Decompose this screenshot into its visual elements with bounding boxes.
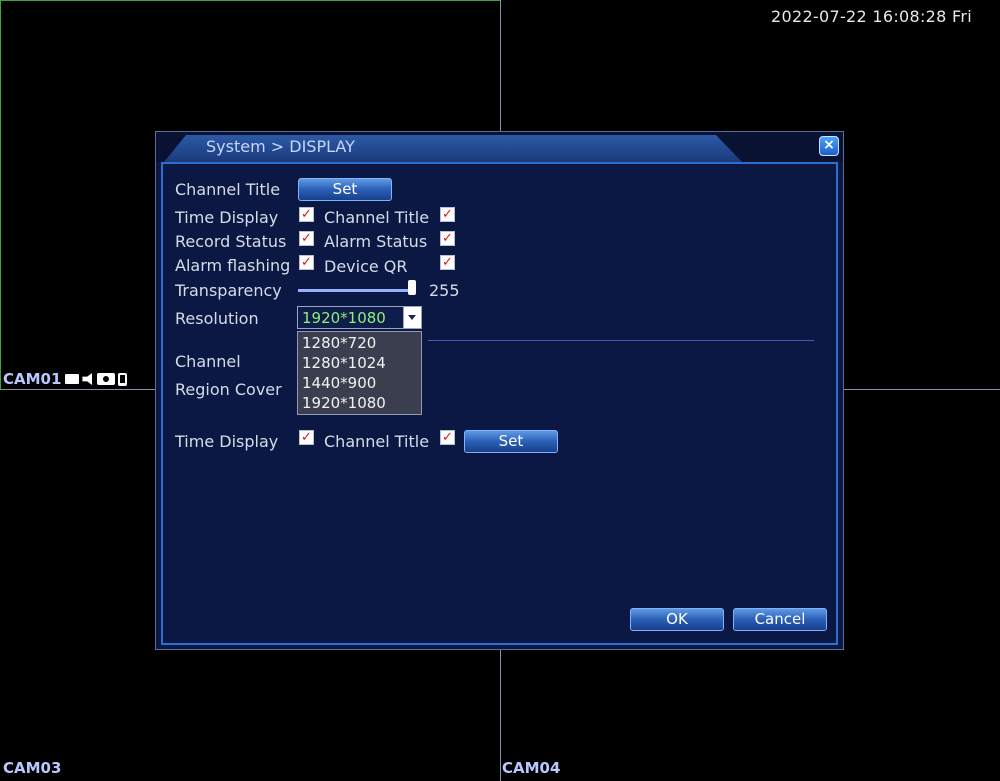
channel-time-display-label: Time Display: [175, 432, 279, 451]
close-icon[interactable]: ×: [819, 136, 839, 156]
channel-title-label: Channel Title: [175, 180, 281, 199]
region-cover-label: Region Cover: [175, 380, 282, 399]
transparency-slider[interactable]: [298, 289, 416, 292]
channel-title-option-label: Channel Title: [324, 208, 430, 227]
resolution-option[interactable]: 1280*1024: [302, 354, 386, 372]
resolution-option[interactable]: 1920*1080: [302, 394, 386, 412]
mute-icon: [82, 373, 93, 385]
phone-icon: [118, 372, 128, 386]
cancel-button[interactable]: Cancel: [733, 608, 827, 631]
cam01-name: CAM01: [3, 370, 62, 388]
chevron-down-icon[interactable]: [403, 307, 421, 328]
transparency-value: 255: [429, 281, 460, 300]
cam03-label: CAM03: [3, 759, 62, 777]
resolution-dropdown: 1280*720 1280*1024 1440*900 1920*1080: [297, 331, 422, 415]
transparency-slider-fill: [298, 289, 416, 292]
time-display-checkbox[interactable]: ✓: [299, 207, 314, 222]
record-status-checkbox[interactable]: ✓: [299, 231, 314, 246]
resolution-select[interactable]: 1920*1080: [297, 306, 422, 329]
channel-title-set-button[interactable]: Set: [298, 178, 392, 201]
snapshot-icon: [97, 373, 116, 385]
cam04-label: CAM04: [502, 759, 561, 777]
dialog-header: System > DISPLAY ×: [156, 132, 843, 162]
channel-time-display-checkbox[interactable]: ✓: [299, 430, 314, 445]
record-status-label: Record Status: [175, 232, 287, 251]
channel-label: Channel: [175, 352, 241, 371]
device-qr-label: Device QR: [324, 257, 408, 276]
section-divider: [428, 340, 814, 341]
resolution-option[interactable]: 1440*900: [302, 374, 376, 392]
dialog-title: System > DISPLAY: [206, 137, 355, 156]
record-icon: [65, 374, 80, 384]
transparency-slider-handle[interactable]: [408, 280, 416, 295]
alarm-status-checkbox[interactable]: ✓: [440, 231, 455, 246]
transparency-label: Transparency: [175, 281, 282, 300]
alarm-status-label: Alarm Status: [324, 232, 428, 251]
cam01-status-icons: [65, 372, 128, 386]
channel-title-set-button-2[interactable]: Set: [464, 430, 558, 453]
device-qr-checkbox[interactable]: ✓: [440, 255, 455, 270]
resolution-selected-value: 1920*1080: [302, 309, 386, 327]
resolution-label: Resolution: [175, 309, 259, 328]
alarm-flashing-checkbox[interactable]: ✓: [299, 255, 314, 270]
time-display-label: Time Display: [175, 208, 279, 227]
cam01-label: CAM01: [3, 370, 128, 388]
alarm-flashing-label: Alarm flashing: [175, 256, 291, 275]
channel-channel-title-label: Channel Title: [324, 432, 430, 451]
channel-title-checkbox[interactable]: ✓: [440, 207, 455, 222]
resolution-option[interactable]: 1280*720: [302, 334, 376, 352]
datetime: 2022-07-22 16:08:28 Fri: [771, 7, 972, 26]
channel-channel-title-checkbox[interactable]: ✓: [440, 430, 455, 445]
ok-button[interactable]: OK: [630, 608, 724, 631]
